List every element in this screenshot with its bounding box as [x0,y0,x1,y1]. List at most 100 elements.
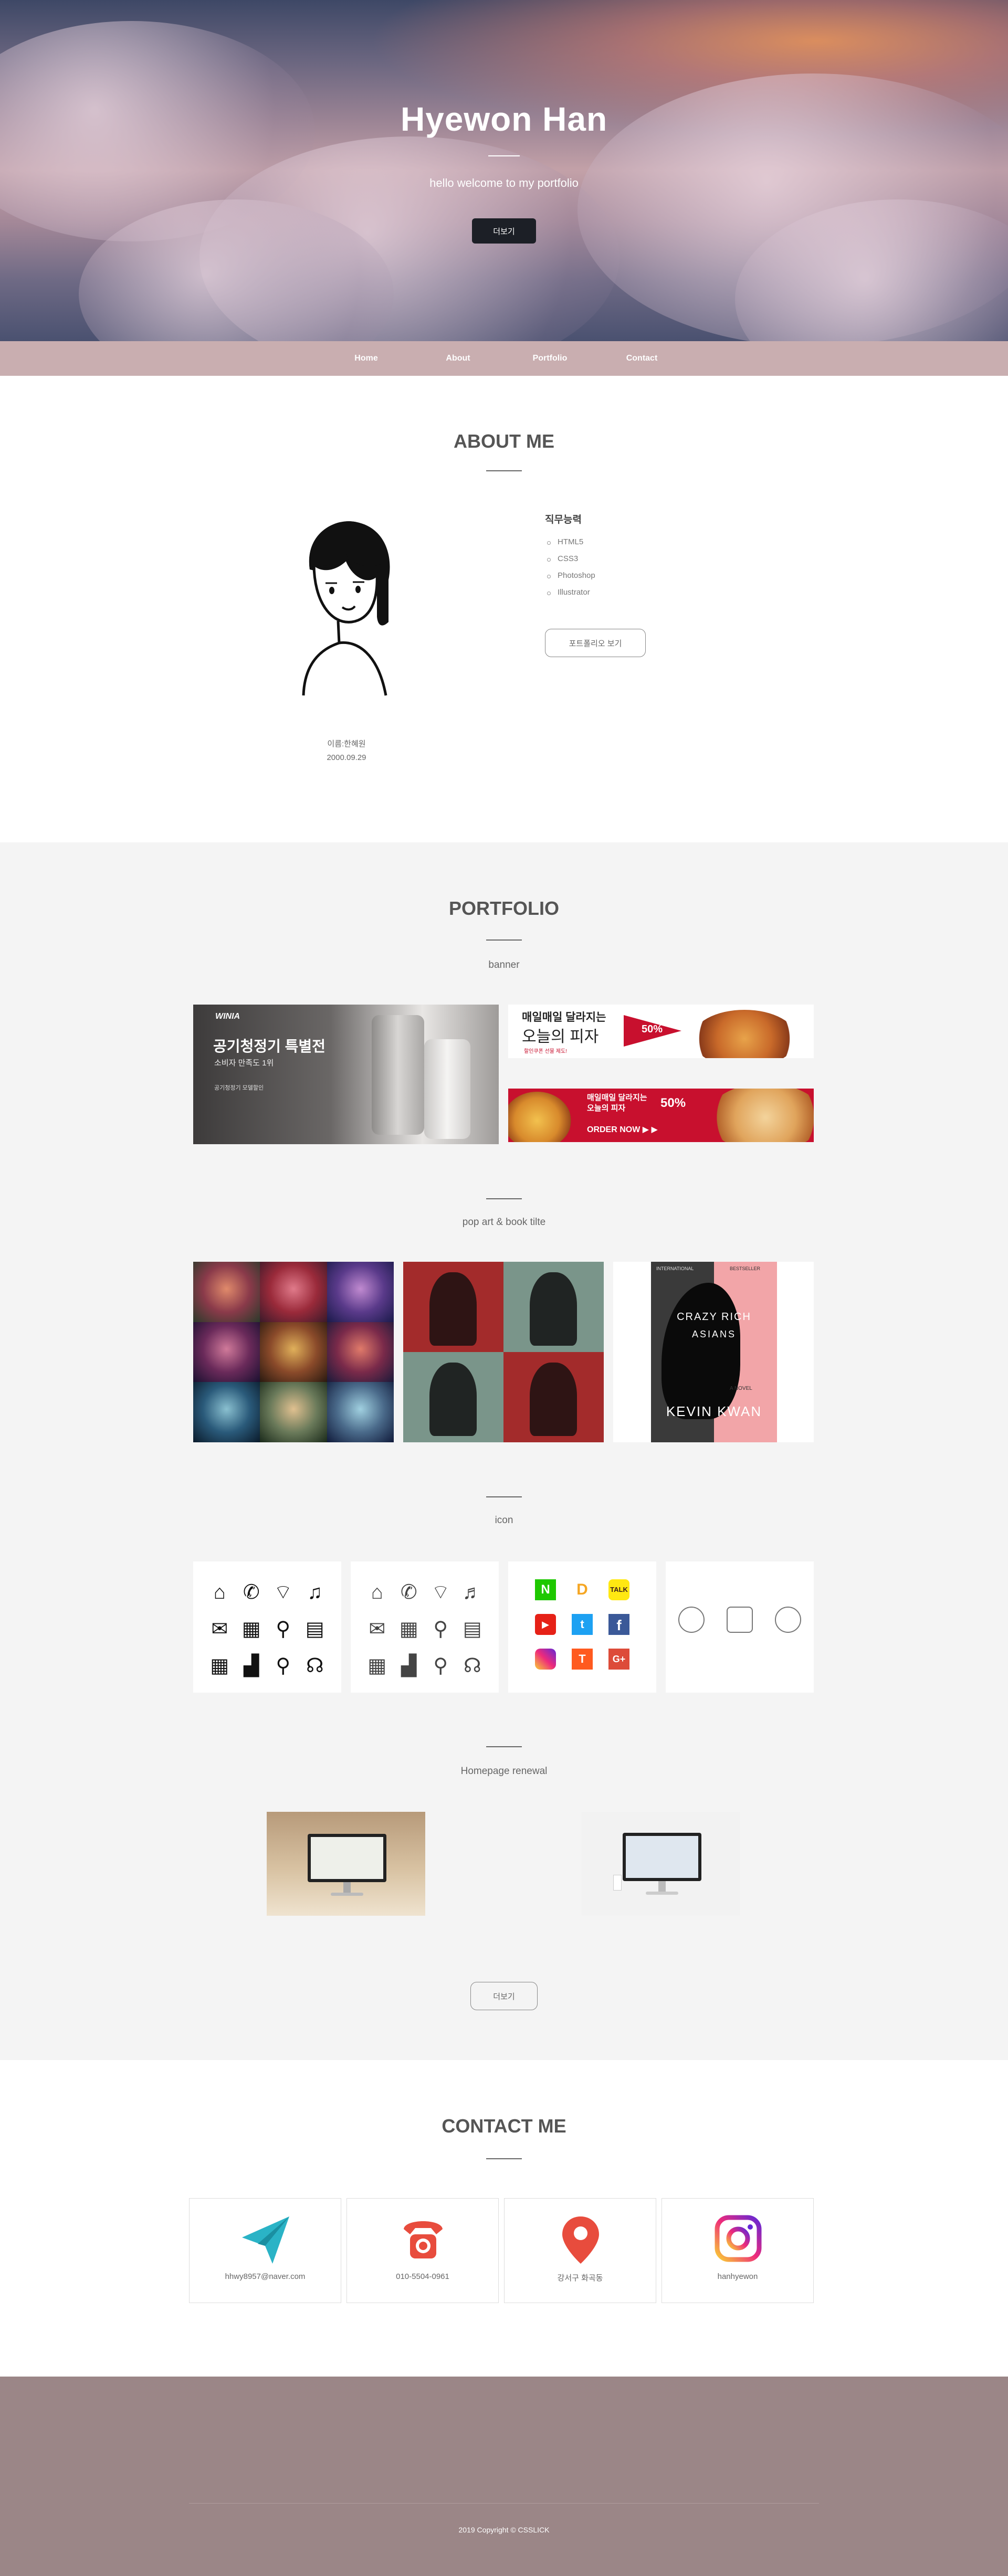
profile-birth: 2000.09.29 [327,753,366,762]
book-cover-tile[interactable]: INTERNATIONAL BESTSELLER CRAZY RICH ASIA… [613,1262,814,1442]
pizza-order-cta: ORDER NOW ▶ ▶ [587,1125,658,1134]
microphone-icon: ⚲ [276,1618,291,1640]
phone-icon: ✆ [400,1581,417,1603]
youtube-icon: ▶ [535,1614,556,1635]
pizza-red-badge: 50% [660,1096,686,1110]
naver-icon: N [535,1579,556,1600]
calendar-icon: ▦ [210,1655,229,1677]
mail-icon: ✉ [369,1618,386,1640]
popart-grid[interactable] [193,1262,394,1442]
cup-icon [613,1875,622,1891]
icon-grid: ⌂ ✆ ⌔ ♫ ✉ ▦ ⚲ ▤ ▦ ▟ ⚲ ☊ [204,1579,331,1679]
contact-divider [486,2158,522,2159]
pizza-line1: 매일매일 달라지는 [522,1011,606,1023]
contact-instagram-card[interactable]: hanhyewon [662,2198,814,2303]
badge-icon [678,1607,705,1633]
home-icon: ⌂ [371,1581,383,1603]
calculator-icon: ▦ [242,1618,261,1640]
hero-banner: Hyewon Han hello welcome to my portfolio… [0,0,1008,341]
music-icon: ♬ [462,1581,482,1603]
avatar-illustration [302,521,390,696]
document-icon: ▤ [463,1618,482,1640]
contact-location-card[interactable]: 강서구 화곡동 [504,2198,656,2303]
banner-winia[interactable]: WINIA 공기청정기 특별전 소비자 만족도 1위 공기청정기 모델할인 [193,1005,499,1144]
nav-contact[interactable]: Contact [596,354,688,363]
book-title-1: CRAZY RICH [677,1311,751,1323]
about-divider [486,470,522,471]
daum-icon: D [572,1579,593,1600]
hero-divider [488,155,520,156]
contact-email-card[interactable]: hhwy8957@naver.com [189,2198,341,2303]
chart-icon: ▟ [401,1655,417,1677]
nav-about[interactable]: About [412,354,504,363]
portfolio-divider [486,939,522,941]
pizza-line3: 할인쿠폰 선물 제도! [524,1049,567,1054]
about-title: ABOUT ME [454,430,554,452]
banner-heading: banner [488,959,520,970]
book-author: KEVIN KWAN [666,1403,762,1419]
profile-info: 이름:한혜원 2000.09.29 [294,737,399,765]
mail-icon: ✉ [211,1618,228,1640]
pizza-image [708,1089,814,1142]
pizza-image [692,1010,797,1058]
location-icon: ⚲ [276,1655,291,1677]
book-cover: INTERNATIONAL BESTSELLER CRAZY RICH ASIA… [651,1262,777,1442]
nav-portfolio[interactable]: Portfolio [504,354,596,363]
icon-set-social[interactable]: N D TALK ▶ t f T G+ [508,1561,656,1693]
icon-set-line[interactable] [666,1561,814,1693]
instagram-icon [535,1649,556,1670]
twitter-icon: t [572,1614,593,1635]
wifi-icon: ⌔ [274,1581,293,1603]
footer [0,2377,1008,2576]
renewal-mockup-1[interactable] [267,1812,425,1916]
home-icon: ⌂ [213,1581,226,1603]
winia-logo: WINIA [215,1012,240,1021]
icon-divider [486,1496,522,1497]
book-top-right: BESTSELLER [730,1266,761,1271]
location-icon: ⚲ [433,1655,448,1677]
banner-pizza-white[interactable]: 매일매일 달라지는 오늘의 피자 할인쿠폰 선물 제도! 50% [508,1005,814,1058]
contact-location: 강서구 화곡동 [557,2274,603,2283]
bottles-icon [727,1607,753,1633]
portfolio-more-button[interactable]: 더보기 [470,1982,538,2010]
monitor-icon [308,1834,386,1882]
nav-home[interactable]: Home [320,354,412,363]
main-nav: Home About Portfolio Contact [0,341,1008,376]
banner-pizza-red[interactable]: 매일매일 달라지는 오늘의 피자 50% ORDER NOW ▶ ▶ [508,1089,814,1142]
skills-block: 직무능력 HTML5 CSS3 Photoshop Illustrator [545,512,595,605]
skill-item: HTML5 [545,537,595,554]
music-icon: ♫ [307,1581,323,1603]
paper-plane-icon [242,2216,289,2264]
popart-divider [486,1198,522,1199]
microphone-icon: ⚲ [433,1618,448,1640]
renewal-divider [486,1746,522,1747]
phone-icon [404,2221,443,2258]
skills-heading: 직무능력 [545,514,582,525]
contact-instagram: hanhyewon [717,2272,758,2281]
location-pin-icon [562,2216,599,2264]
purifier-tall [372,1015,424,1135]
book-title-2: ASIANS [691,1329,737,1339]
contact-phone-card[interactable]: 010-5504-0961 [346,2198,499,2303]
book-tag: A NOVEL [730,1386,752,1391]
tistory-icon: T [572,1649,593,1670]
facebook-icon: f [608,1614,629,1635]
renewal-mockup-2[interactable] [582,1812,740,1916]
renewal-heading: Homepage renewal [460,1766,548,1777]
skill-item: Illustrator [545,588,595,605]
banner-headline: 공기청정기 특별전 [213,1038,326,1054]
footer-copyright: 2019 Copyright © CSSLICK [458,2526,550,2534]
headphones-icon: ☊ [463,1655,481,1677]
icon-set-solid[interactable]: ⌂ ✆ ⌔ ♫ ✉ ▦ ⚲ ▤ ▦ ▟ ⚲ ☊ [193,1561,341,1693]
pizza-badge: 50% [642,1023,663,1035]
calendar-icon: ▦ [368,1655,387,1677]
pizza-red-line1: 매일매일 달라지는 [587,1093,647,1102]
portfolio-view-button[interactable]: 포트폴리오 보기 [545,629,646,657]
skill-item: Photoshop [545,571,595,588]
profile-name: 이름:한혜원 [327,740,366,748]
phone-icon: ✆ [243,1581,260,1603]
popart-2x2[interactable] [403,1262,604,1442]
icon-set-outline[interactable]: ⌂ ✆ ⌔ ♬ ✉ ▦ ⚲ ▤ ▦ ▟ ⚲ ☊ [351,1561,499,1693]
calculator-icon: ▦ [399,1618,418,1640]
hero-more-button[interactable]: 더보기 [472,218,536,244]
